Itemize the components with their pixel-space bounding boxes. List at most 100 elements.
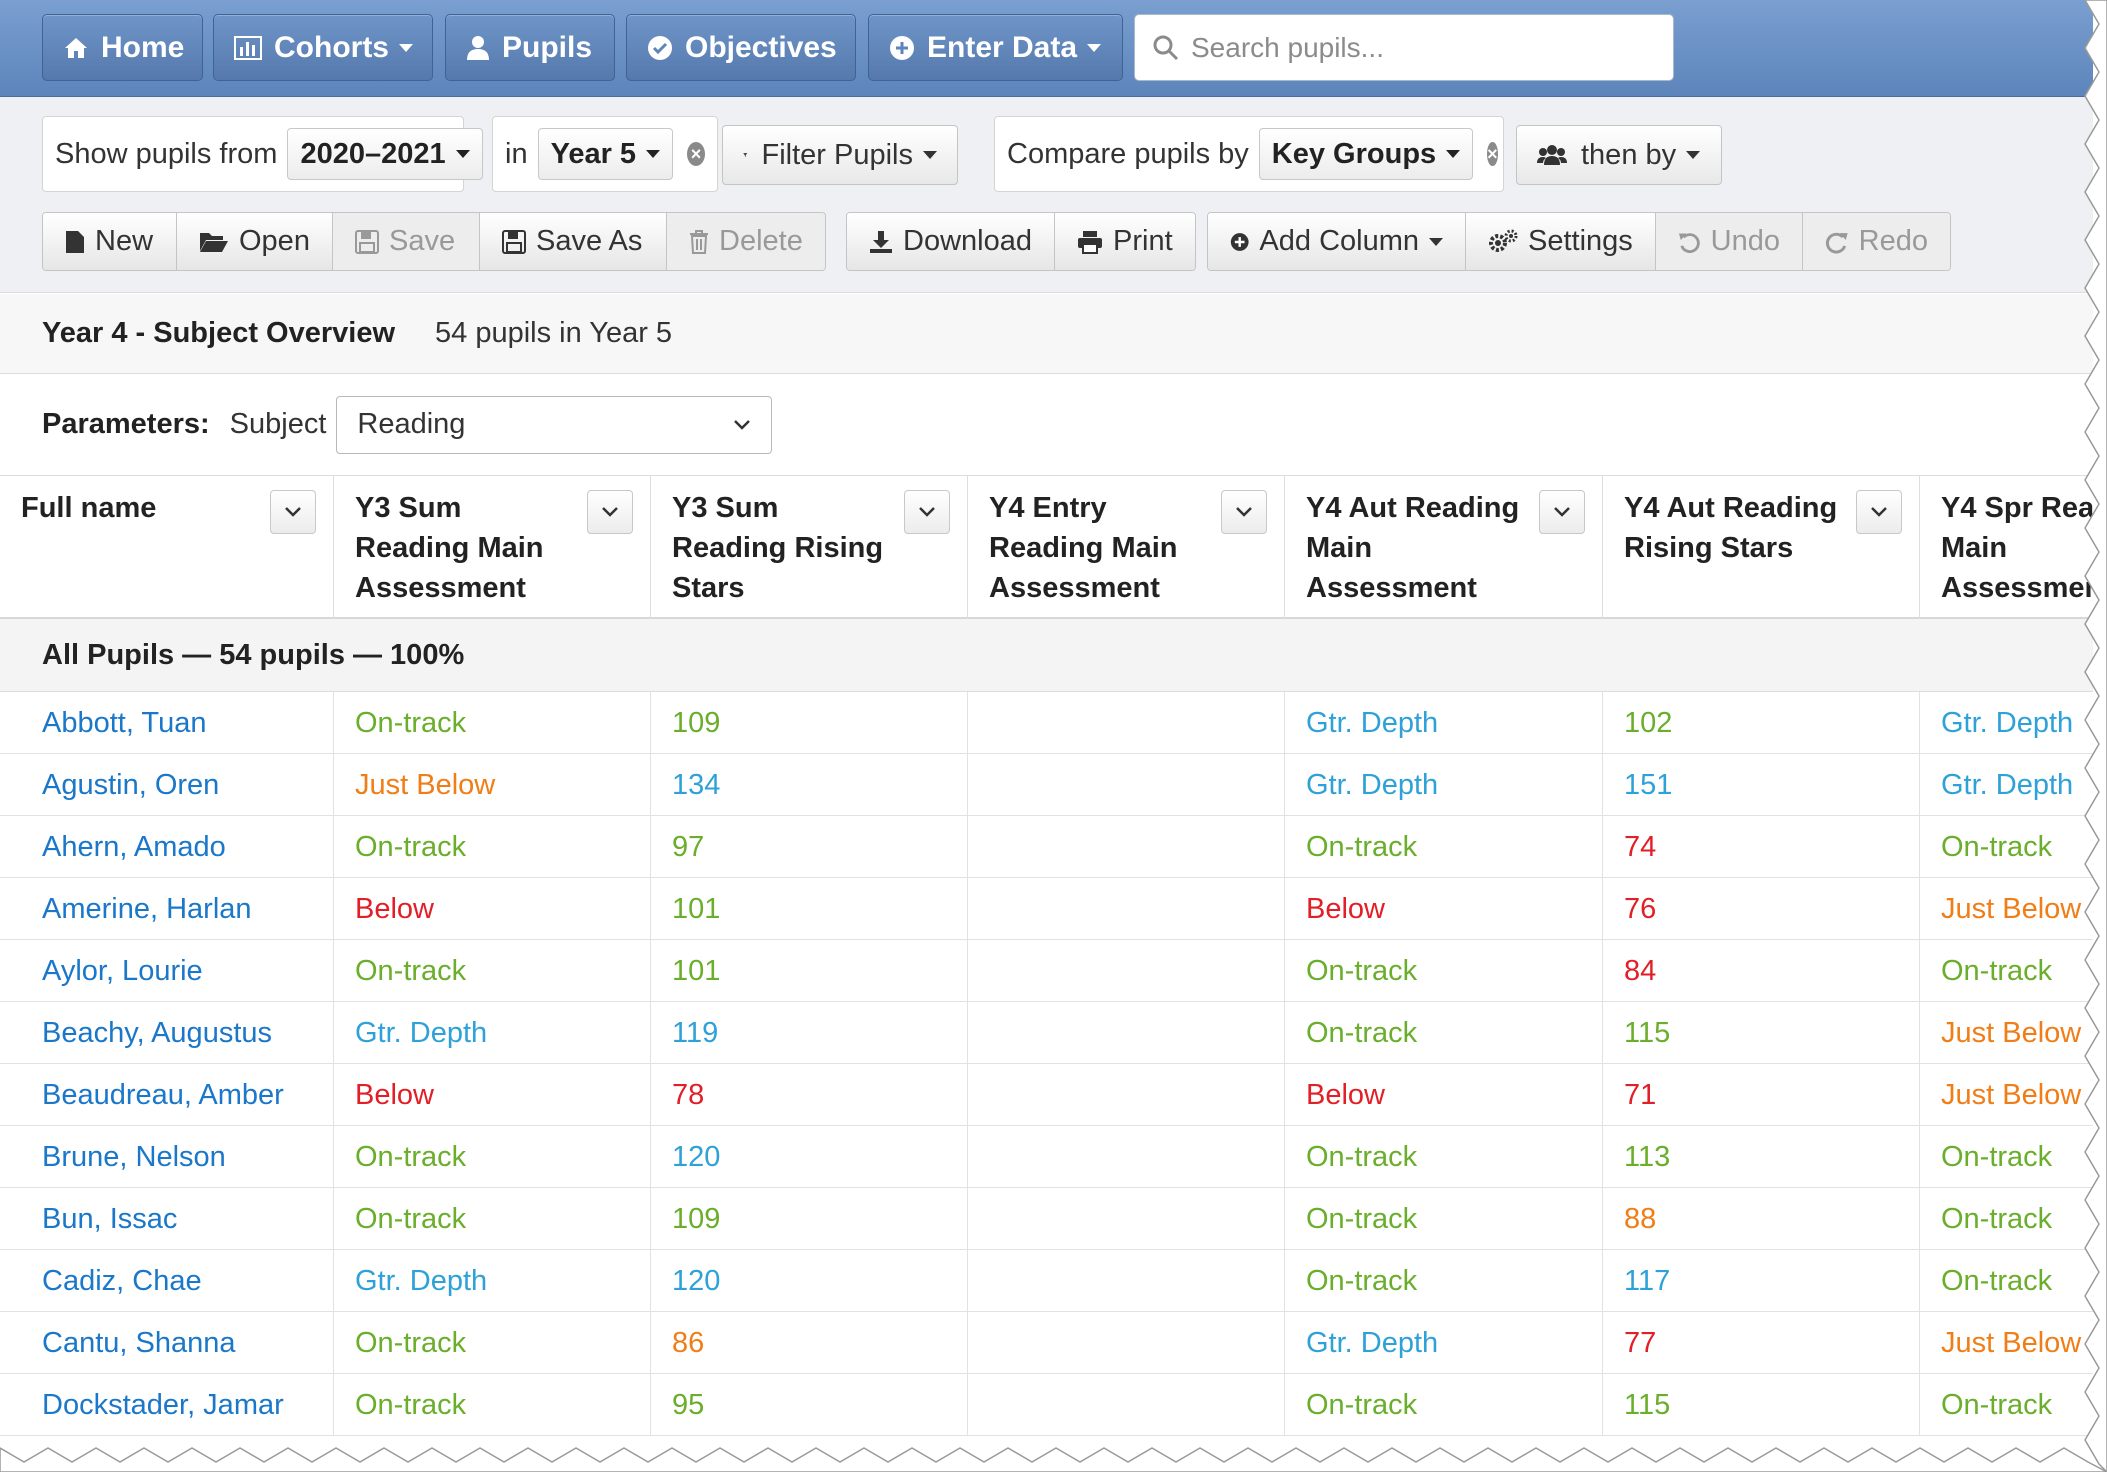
table-cell: On-track [1285, 1374, 1603, 1436]
settings-button[interactable]: Settings [1466, 213, 1656, 270]
pupils-button[interactable]: Pupils [445, 14, 615, 81]
print-button[interactable]: Print [1055, 213, 1195, 270]
pupil-name-link[interactable]: Cantu, Shanna [0, 1312, 334, 1374]
pupil-name-link[interactable]: Ahern, Amado [0, 816, 334, 878]
download-button[interactable]: Download [847, 213, 1055, 270]
enter-data-menu[interactable]: Enter Data [868, 14, 1123, 81]
table-cell: 86 [651, 1312, 968, 1374]
table-cell: 113 [1603, 1126, 1920, 1188]
search-input[interactable] [1191, 31, 1651, 64]
table-cell: 115 [1603, 1374, 1920, 1436]
pupil-name-link[interactable]: Agustin, Oren [0, 754, 334, 816]
table-cell: On-track [1920, 940, 2093, 1002]
table-cell: 134 [651, 754, 968, 816]
table-row: Agustin, Oren Just Below 134 Gtr. Depth 151 G… [0, 754, 2093, 816]
table-row: Abbott, Tuan On-track 109 Gtr. Depth 102 Gtr.… [0, 692, 2093, 754]
table-cell: On-track [1285, 1250, 1603, 1312]
table-cell [968, 878, 1285, 940]
table-cell [968, 940, 1285, 1002]
column-menu-button[interactable] [1856, 490, 1902, 534]
pupil-name-link[interactable]: Bun, Issac [0, 1188, 334, 1250]
table-cell: 95 [651, 1374, 968, 1436]
column-menu-button[interactable] [904, 490, 950, 534]
compare-select[interactable]: Key Groups [1258, 128, 1474, 180]
table-cell: 109 [651, 692, 968, 754]
chevron-down-icon [1087, 43, 1102, 52]
gears-icon [1489, 229, 1518, 252]
table-cell: 88 [1603, 1188, 1920, 1250]
clear-year-icon[interactable]: × [687, 142, 705, 166]
table-cell: On-track [334, 1374, 651, 1436]
page: Home Cohorts Pupils Objectives Enter Dat… [0, 0, 2107, 1472]
pupil-name-link[interactable]: Dockstader, Jamar [0, 1374, 334, 1436]
file-toolbar: New Open Save Save As Delete [42, 212, 826, 271]
pupil-name-link[interactable]: Abbott, Tuan [0, 692, 334, 754]
table-header-row: Full name Y3 Sum Reading Main Assessment Y… [0, 476, 2093, 619]
undo-icon [1678, 232, 1700, 253]
open-button[interactable]: Open [177, 213, 333, 270]
undo-button[interactable]: Undo [1656, 213, 1803, 270]
column-header: Y4 Aut Reading Rising Stars [1603, 476, 1920, 619]
subject-label: Subject [229, 408, 327, 440]
table-cell: On-track [1285, 1188, 1603, 1250]
user-icon [467, 35, 489, 60]
save-label: Save [389, 225, 456, 257]
chevron-down-icon [734, 419, 751, 430]
save-button[interactable]: Save [333, 213, 480, 270]
table-cell: On-track [334, 1126, 651, 1188]
pupil-name-link[interactable]: Brune, Nelson [0, 1126, 334, 1188]
home-button[interactable]: Home [42, 14, 203, 81]
column-menu-button[interactable] [1539, 490, 1585, 534]
column-header: Y3 Sum Reading Main Assessment [334, 476, 651, 619]
chevron-down-icon [1446, 150, 1461, 158]
filter-pupils-button[interactable]: Filter Pupils [722, 125, 958, 185]
column-menu-button[interactable] [270, 490, 316, 534]
then-by-button[interactable]: then by [1516, 125, 1722, 185]
table-cell: Just Below [334, 754, 651, 816]
table-cell: Gtr. Depth [1285, 1312, 1603, 1374]
settings-label: Settings [1528, 225, 1633, 257]
new-button[interactable]: New [43, 213, 177, 270]
table-cell: On-track [1920, 1374, 2093, 1436]
pupil-name-link[interactable]: Beaudreau, Amber [0, 1064, 334, 1126]
table-row: Beaudreau, Amber Below 78 Below 71 Just Below [0, 1064, 2093, 1126]
pupil-name-link[interactable]: Cadiz, Chae [0, 1250, 334, 1312]
clear-compare-icon[interactable]: × [1487, 142, 1498, 166]
column-menu-button[interactable] [587, 490, 633, 534]
table-cell: 101 [651, 940, 968, 1002]
table-cell: On-track [1920, 1126, 2093, 1188]
table-cell: Below [1285, 1064, 1603, 1126]
year-range-select[interactable]: 2020–2021 [287, 128, 483, 180]
table-cell [968, 1002, 1285, 1064]
subject-select[interactable]: Reading [336, 395, 773, 454]
table-cell: On-track [334, 1188, 651, 1250]
chevron-down-icon [923, 151, 937, 159]
add-column-button[interactable]: Add Column [1208, 213, 1466, 270]
objectives-button[interactable]: Objectives [626, 14, 856, 81]
pupil-name-link[interactable]: Aylor, Lourie [0, 940, 334, 1002]
in-label: in [505, 137, 528, 170]
download-label: Download [903, 225, 1032, 257]
column-header-label: Y4 Spr Reading Main Assessment [1941, 492, 2093, 604]
pupil-name-link[interactable]: Beachy, Augustus [0, 1002, 334, 1064]
export-toolbar: Download Print [846, 212, 1196, 271]
chevron-down-icon [1686, 151, 1701, 159]
delete-button[interactable]: Delete [667, 213, 825, 270]
report-header: Year 4 - Subject Overview 54 pupils in Y… [0, 294, 2093, 374]
table-cell: 76 [1603, 878, 1920, 940]
table-cell: Just Below [1920, 1064, 2093, 1126]
redo-button[interactable]: Redo [1803, 213, 1950, 270]
home-label: Home [101, 30, 185, 64]
objectives-label: Objectives [685, 30, 837, 64]
save-as-button[interactable]: Save As [480, 213, 667, 270]
pupil-name-link[interactable]: Amerine, Harlan [0, 878, 334, 940]
table-cell: 101 [651, 878, 968, 940]
year-select[interactable]: Year 5 [537, 128, 674, 180]
table-cell [968, 816, 1285, 878]
table-cell: On-track [334, 816, 651, 878]
table-cell: Below [1285, 878, 1603, 940]
cohorts-menu[interactable]: Cohorts [213, 14, 433, 81]
search-box[interactable] [1134, 14, 1674, 81]
table-cell: Gtr. Depth [334, 1250, 651, 1312]
column-menu-button[interactable] [1221, 490, 1267, 534]
